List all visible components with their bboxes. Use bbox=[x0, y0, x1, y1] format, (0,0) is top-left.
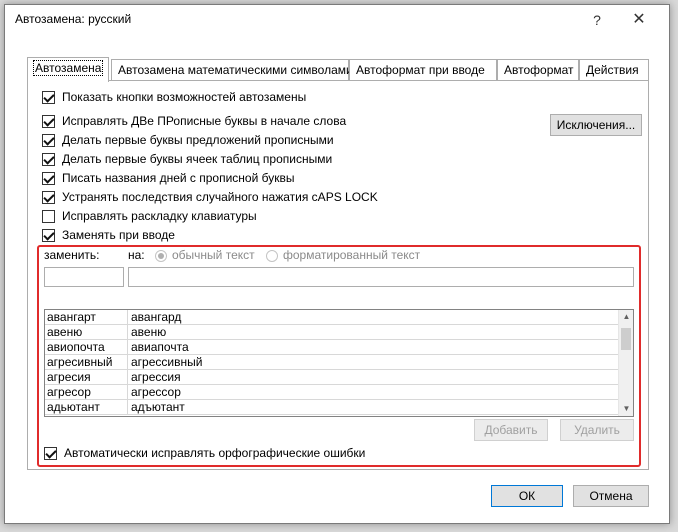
replace-as-you-type-option[interactable]: Заменять при вводе bbox=[42, 226, 175, 244]
column-divider bbox=[127, 355, 128, 370]
option-label: Делать первые буквы предложений прописны… bbox=[62, 133, 334, 147]
checkbox[interactable] bbox=[42, 133, 55, 147]
column-divider bbox=[127, 325, 128, 340]
column-divider bbox=[127, 370, 128, 385]
list-item[interactable]: авиопочта авиапочта bbox=[45, 340, 619, 355]
entry-from: авиопочта bbox=[47, 340, 105, 354]
title-bar: Автозамена: русский ? ✕ bbox=[5, 5, 669, 35]
option-label: Исправлять ДВе ПРописные буквы в начале … bbox=[62, 114, 347, 128]
option-label: Исправлять раскладку клавиатуры bbox=[62, 209, 257, 223]
scroll-down-icon[interactable]: ▼ bbox=[619, 402, 633, 416]
entry-to: авеню bbox=[131, 325, 167, 339]
with-input[interactable] bbox=[128, 267, 634, 287]
entry-from: авеню bbox=[47, 325, 83, 339]
option-label: Показать кнопки возможностей автозамены bbox=[62, 90, 307, 104]
entry-to: адъютант bbox=[131, 400, 185, 414]
entry-from: агресия bbox=[47, 370, 91, 384]
entry-from: адьютант bbox=[47, 400, 100, 414]
column-divider bbox=[127, 340, 128, 355]
entry-to: агрессивный bbox=[131, 355, 203, 369]
checkbox[interactable] bbox=[42, 114, 55, 128]
list-scrollbar[interactable]: ▲ ▼ bbox=[618, 310, 633, 416]
formatted-text-label: форматированный текст bbox=[283, 248, 421, 262]
checkbox[interactable] bbox=[42, 190, 55, 204]
checkbox[interactable] bbox=[42, 90, 55, 104]
column-divider bbox=[127, 400, 128, 415]
option-label: Писать названия дней с прописной буквы bbox=[62, 171, 295, 185]
close-icon[interactable]: ✕ bbox=[626, 8, 652, 32]
plain-text-label: обычный текст bbox=[172, 248, 255, 262]
checkbox[interactable] bbox=[42, 152, 55, 166]
tab-math-autocorrect[interactable]: Автозамена математическими символами bbox=[111, 59, 353, 81]
checkbox[interactable] bbox=[42, 171, 55, 185]
entry-to: агрессор bbox=[131, 385, 181, 399]
entry-from: авангарт bbox=[47, 310, 96, 324]
with-label: на: bbox=[128, 248, 145, 262]
dialog-title: Автозамена: русский bbox=[15, 12, 132, 26]
option-label: Заменять при вводе bbox=[62, 228, 175, 242]
tab-autocorrect[interactable]: Автозамена bbox=[27, 57, 109, 82]
tab-actions[interactable]: Действия bbox=[579, 59, 649, 81]
delete-button[interactable]: Удалить bbox=[560, 419, 634, 441]
entry-from: агресивный bbox=[47, 355, 113, 369]
correct-caps-lock-option[interactable]: Устранять последствия случайного нажатия… bbox=[42, 188, 378, 206]
entry-to: авиапочта bbox=[131, 340, 189, 354]
list-item[interactable]: авеню авеню bbox=[45, 325, 619, 340]
entry-from: агресор bbox=[47, 385, 91, 399]
help-icon[interactable]: ? bbox=[584, 8, 610, 32]
list-item[interactable]: агресивный агрессивный bbox=[45, 355, 619, 370]
checkbox[interactable] bbox=[42, 209, 55, 223]
list-item[interactable]: адьютант адъютант bbox=[45, 400, 619, 415]
autocorrect-panel: Показать кнопки возможностей автозамены … bbox=[27, 80, 649, 470]
correct-two-initial-capitals-option[interactable]: Исправлять ДВе ПРописные буквы в начале … bbox=[42, 112, 346, 130]
column-divider bbox=[127, 310, 128, 325]
autocorrect-dialog: Автозамена: русский ? ✕ Автозамена Автоз… bbox=[4, 4, 670, 524]
list-item[interactable]: агресия агрессия bbox=[45, 370, 619, 385]
auto-spelling-correction-option[interactable]: Автоматически исправлять орфографические… bbox=[44, 444, 365, 462]
autocorrect-entries-list[interactable]: авангарт авангард авеню авеню авиопочта … bbox=[44, 309, 634, 417]
replace-label: заменить: bbox=[44, 248, 100, 262]
checkbox[interactable] bbox=[42, 228, 55, 242]
show-autocorrect-buttons-option[interactable]: Показать кнопки возможностей автозамены bbox=[42, 88, 306, 106]
exceptions-button[interactable]: Исключения... bbox=[550, 114, 642, 136]
capitalize-day-names-option[interactable]: Писать названия дней с прописной буквы bbox=[42, 169, 294, 187]
entry-to: авангард bbox=[131, 310, 182, 324]
capitalize-table-cells-option[interactable]: Делать первые буквы ячеек таблиц прописн… bbox=[42, 150, 332, 168]
list-item[interactable]: агресор агрессор bbox=[45, 385, 619, 400]
replace-input[interactable] bbox=[44, 267, 124, 287]
cancel-button[interactable]: Отмена bbox=[573, 485, 649, 507]
option-label: Устранять последствия случайного нажатия… bbox=[62, 190, 378, 204]
checkbox[interactable] bbox=[44, 446, 57, 460]
option-label: Автоматически исправлять орфографические… bbox=[64, 446, 366, 460]
entry-to: агрессия bbox=[131, 370, 181, 384]
capitalize-sentences-option[interactable]: Делать первые буквы предложений прописны… bbox=[42, 131, 334, 149]
option-label: Делать первые буквы ячеек таблиц прописн… bbox=[62, 152, 333, 166]
list-item[interactable]: авангарт авангард bbox=[45, 310, 619, 325]
add-button[interactable]: Добавить bbox=[474, 419, 548, 441]
scroll-thumb[interactable] bbox=[621, 328, 631, 350]
formatted-text-radio[interactable] bbox=[266, 250, 278, 262]
scroll-up-icon[interactable]: ▲ bbox=[619, 310, 633, 324]
correct-keyboard-layout-option[interactable]: Исправлять раскладку клавиатуры bbox=[42, 207, 257, 225]
tab-autoformat-as-you-type[interactable]: Автоформат при вводе bbox=[349, 59, 497, 81]
column-divider bbox=[127, 385, 128, 400]
ok-button[interactable]: ОК bbox=[491, 485, 563, 507]
tab-autoformat[interactable]: Автоформат bbox=[497, 59, 579, 81]
plain-text-radio[interactable] bbox=[155, 250, 167, 262]
